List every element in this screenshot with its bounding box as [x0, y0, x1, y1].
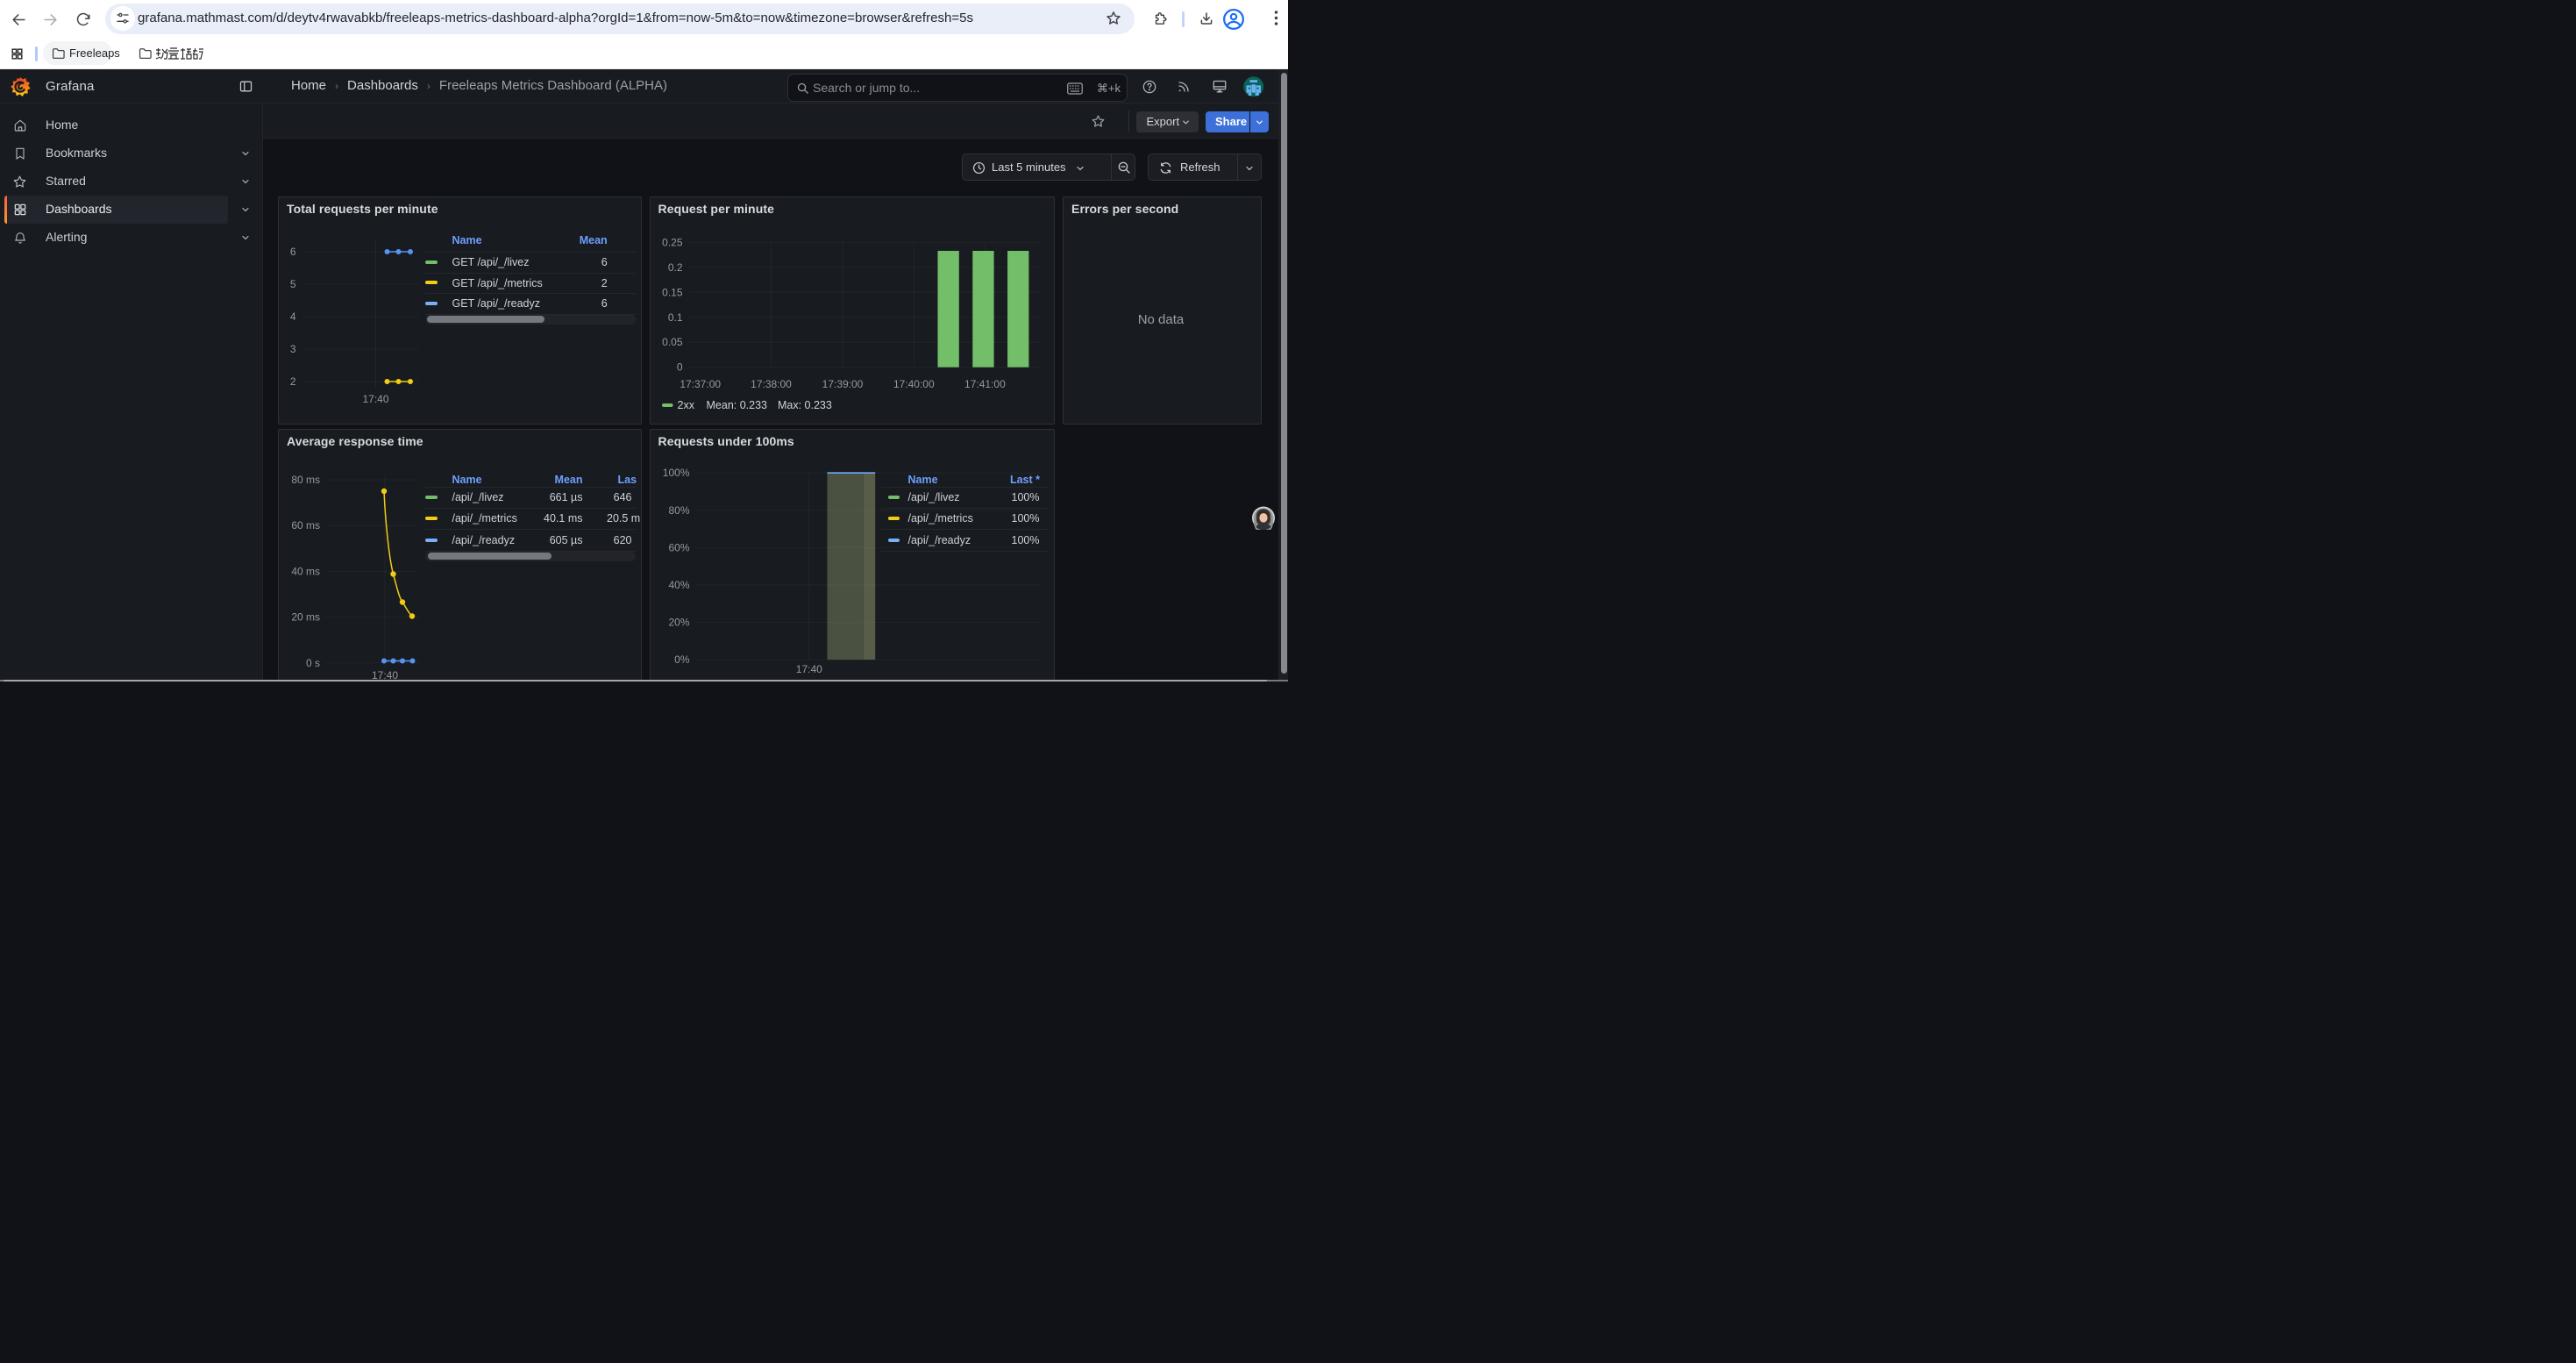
- svg-text:17:38:00: 17:38:00: [751, 378, 792, 390]
- svg-text:17:40:00: 17:40:00: [893, 378, 934, 390]
- svg-text:0 s: 0 s: [306, 656, 320, 668]
- svg-text:17:41:00: 17:41:00: [964, 378, 1006, 390]
- svg-text:80%: 80%: [668, 503, 689, 516]
- svg-text:60 ms: 60 ms: [291, 519, 320, 532]
- svg-text:40 ms: 40 ms: [291, 565, 320, 577]
- svg-text:0.2: 0.2: [667, 260, 682, 273]
- svg-text:Max: 0.233: Max: 0.233: [778, 399, 832, 411]
- svg-text:20%: 20%: [668, 616, 689, 628]
- svg-text:4: 4: [290, 310, 296, 323]
- svg-text:100%: 100%: [662, 467, 689, 479]
- svg-text:2: 2: [290, 375, 296, 388]
- svg-text:3: 3: [290, 343, 296, 355]
- svg-text:17:37:00: 17:37:00: [680, 378, 721, 390]
- svg-text:Mean: 0.233: Mean: 0.233: [706, 399, 767, 411]
- svg-text:6: 6: [290, 246, 296, 258]
- svg-text:0%: 0%: [674, 653, 690, 666]
- svg-text:5: 5: [290, 278, 296, 290]
- svg-text:40%: 40%: [668, 579, 689, 591]
- svg-text:60%: 60%: [668, 541, 689, 553]
- svg-text:0.25: 0.25: [662, 236, 683, 248]
- svg-text:17:40: 17:40: [362, 393, 388, 405]
- svg-text:0.05: 0.05: [662, 336, 683, 348]
- svg-text:2xx: 2xx: [677, 399, 694, 411]
- svg-text:0.15: 0.15: [662, 286, 683, 298]
- svg-text:20 ms: 20 ms: [291, 610, 320, 623]
- svg-text:17:39:00: 17:39:00: [822, 378, 863, 390]
- svg-text:80 ms: 80 ms: [291, 474, 320, 486]
- svg-text:17:40: 17:40: [795, 663, 822, 675]
- svg-text:0.1: 0.1: [667, 310, 682, 323]
- svg-text:0: 0: [676, 360, 682, 373]
